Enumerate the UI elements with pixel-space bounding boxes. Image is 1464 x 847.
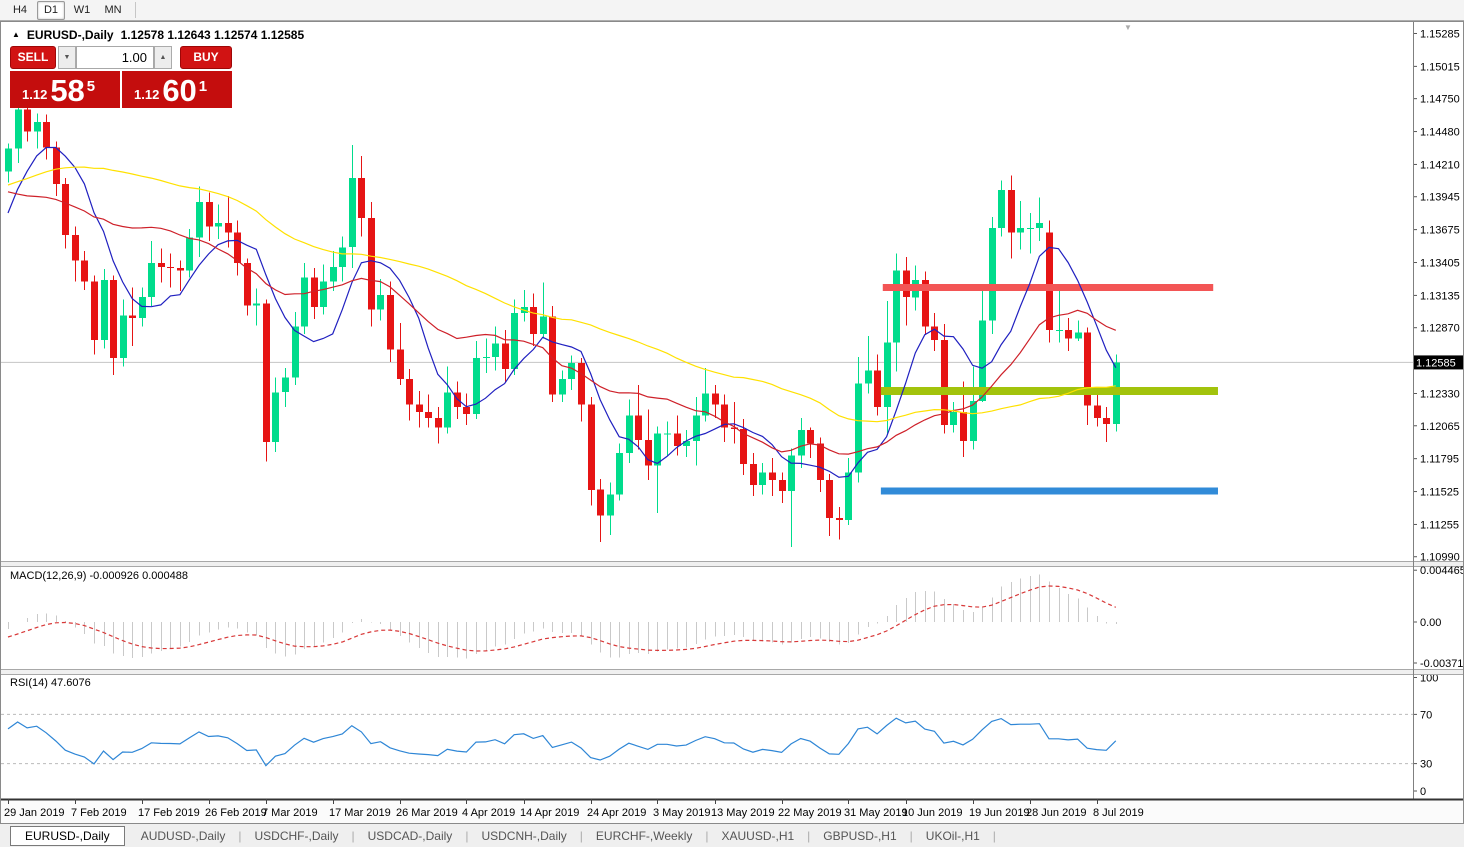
- buy-button[interactable]: BUY: [180, 46, 232, 69]
- price-tick-label: 1.11795: [1420, 454, 1459, 466]
- chart-tab-bar: EURUSD-,DailyAUDUSD-,Daily | USDCHF-,Daily…: [0, 823, 1464, 847]
- tab-usdcad-daily[interactable]: USDCAD-,Daily: [356, 826, 465, 846]
- timeframe-button-mn[interactable]: MN: [99, 1, 127, 20]
- price-tick-label: 1.14750: [1420, 94, 1460, 106]
- price-tick-label: 1.12065: [1420, 421, 1460, 433]
- volume-decrease-button[interactable]: ▼: [58, 46, 76, 69]
- chevron-down-icon: ▼: [64, 54, 71, 61]
- symbol-title: EURUSD-,Daily: [27, 28, 114, 42]
- date-label: 26 Feb 2019: [205, 807, 267, 819]
- buy-price-big: 60: [162, 76, 196, 105]
- sell-price-sup: 5: [87, 78, 95, 95]
- price-tick-label: 1.13135: [1420, 290, 1460, 302]
- current-price-label: 1.12585: [1416, 357, 1456, 369]
- sell-price-big: 58: [50, 76, 84, 105]
- collapse-panel-icon[interactable]: ▲: [12, 29, 20, 41]
- sell-price-button[interactable]: 1.12 58 5: [10, 71, 120, 108]
- date-label: 14 Apr 2019: [520, 807, 579, 819]
- chart-shift-marker-icon[interactable]: ▼: [1124, 23, 1132, 32]
- one-click-trading-panel: SELL ▼ ▲ BUY 1.12 58 5 1.12 60 1: [10, 46, 232, 108]
- date-label: 4 Apr 2019: [462, 807, 515, 819]
- date-label: 26 Mar 2019: [396, 807, 458, 819]
- symbol-ohlc-values: 1.12578 1.12643 1.12574 1.12585: [121, 28, 305, 42]
- rsi-indicator-label: RSI(14) 47.6076: [10, 677, 91, 689]
- date-label: 7 Feb 2019: [71, 807, 127, 819]
- date-label: 7 Mar 2019: [262, 807, 318, 819]
- sell-price-prefix: 1.12: [22, 87, 47, 102]
- timeframe-button-d1[interactable]: D1: [37, 1, 65, 20]
- chart-canvas[interactable]: 100703000.0044650.00-0.0037151.152851.15…: [0, 0, 1464, 847]
- date-label: 31 May 2019: [844, 807, 908, 819]
- rsi-axis-label: 0: [1420, 786, 1426, 798]
- price-tick-label: 1.12870: [1420, 323, 1460, 335]
- sell-button[interactable]: SELL: [10, 46, 56, 69]
- date-label: 10 Jun 2019: [902, 807, 963, 819]
- tab-separator: |: [992, 829, 997, 843]
- date-label: 8 Jul 2019: [1093, 807, 1144, 819]
- chevron-up-icon: ▲: [160, 54, 167, 61]
- timeframe-toolbar: H4 D1 W1 MN: [0, 0, 1464, 21]
- buy-price-sup: 1: [199, 78, 207, 95]
- buy-price-button[interactable]: 1.12 60 1: [122, 71, 232, 108]
- price-tick-label: 1.11255: [1420, 519, 1459, 531]
- date-label: 29 Jan 2019: [4, 807, 65, 819]
- macd-axis-label: 0.004465: [1420, 565, 1464, 577]
- date-label: 28 Jun 2019: [1026, 807, 1087, 819]
- tab-gbpusd-h1[interactable]: GBPUSD-,H1: [811, 826, 908, 846]
- timeframe-button-w1[interactable]: W1: [68, 1, 96, 20]
- tab-eurchf-weekly[interactable]: EURCHF-,Weekly: [584, 826, 704, 846]
- price-tick-label: 1.13675: [1420, 225, 1460, 237]
- tab-usdcnh-daily[interactable]: USDCNH-,Daily: [469, 826, 578, 846]
- volume-input[interactable]: [76, 46, 154, 69]
- date-label: 13 May 2019: [711, 807, 775, 819]
- date-label: 22 May 2019: [778, 807, 842, 819]
- tab-audusd-daily[interactable]: AUDUSD-,Daily: [129, 826, 238, 846]
- timeframe-button-h4[interactable]: H4: [6, 1, 34, 20]
- price-tick-label: 1.14210: [1420, 159, 1460, 171]
- macd-axis-label: 0.00: [1420, 617, 1441, 629]
- tab-usdchf-daily[interactable]: USDCHF-,Daily: [243, 826, 351, 846]
- price-tick-label: 1.10990: [1420, 552, 1460, 564]
- price-tick-label: 1.15015: [1420, 61, 1460, 73]
- rsi-axis-label: 30: [1420, 759, 1432, 771]
- tab-xauusd-h1[interactable]: XAUUSD-,H1: [709, 826, 806, 846]
- price-tick-label: 1.11525: [1420, 487, 1459, 499]
- buy-price-prefix: 1.12: [134, 87, 159, 102]
- price-tick-label: 1.13945: [1420, 192, 1460, 204]
- date-label: 17 Feb 2019: [138, 807, 200, 819]
- tab-eurusd-daily[interactable]: EURUSD-,Daily: [10, 826, 125, 846]
- date-label: 24 Apr 2019: [587, 807, 646, 819]
- symbol-header: ▲ EURUSD-,Daily 1.12578 1.12643 1.12574 …: [12, 28, 304, 42]
- volume-increase-button[interactable]: ▲: [154, 46, 172, 69]
- price-tick-label: 1.12330: [1420, 388, 1460, 400]
- macd-indicator-label: MACD(12,26,9) -0.000926 0.000488: [10, 570, 188, 582]
- macd-axis-label: -0.003715: [1420, 658, 1464, 670]
- date-label: 3 May 2019: [653, 807, 710, 819]
- price-tick-label: 1.15285: [1420, 28, 1460, 40]
- tab-ukoil-h1[interactable]: UKOil-,H1: [914, 826, 992, 846]
- rsi-axis-label: 70: [1420, 709, 1432, 721]
- price-tick-label: 1.13405: [1420, 258, 1460, 270]
- date-label: 19 Jun 2019: [969, 807, 1030, 819]
- toolbar-separator: [135, 2, 136, 18]
- date-label: 17 Mar 2019: [329, 807, 391, 819]
- price-tick-label: 1.14480: [1420, 127, 1460, 139]
